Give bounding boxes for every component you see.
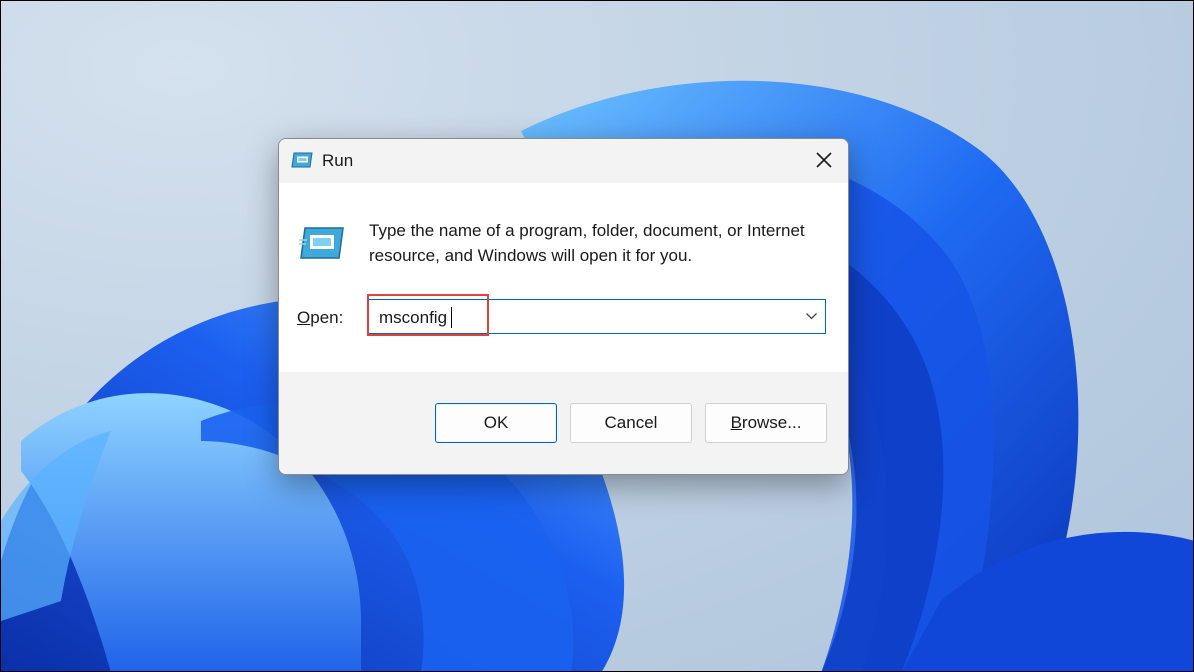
- title-bar[interactable]: Run: [279, 139, 848, 183]
- run-large-icon: [298, 226, 345, 260]
- open-label-accelerator: O: [297, 308, 311, 327]
- close-button[interactable]: [800, 139, 848, 183]
- desktop: Run Type the name of a program, folder, …: [0, 0, 1194, 672]
- dialog-title: Run: [322, 151, 354, 170]
- chevron-down-icon: [806, 313, 817, 320]
- run-icon: [291, 152, 313, 168]
- open-label-text: pen:: [310, 308, 344, 327]
- open-label: Open:: [297, 308, 343, 328]
- cancel-button[interactable]: Cancel: [570, 403, 692, 443]
- browse-button[interactable]: Browse...: [705, 403, 827, 443]
- dropdown-button[interactable]: [797, 300, 825, 333]
- annotation-highlight-box: [367, 294, 489, 336]
- run-dialog: Run Type the name of a program, folder, …: [278, 138, 849, 475]
- browse-accelerator: B: [730, 413, 742, 432]
- browse-label: rowse...: [741, 413, 802, 432]
- ok-button[interactable]: OK: [435, 403, 557, 443]
- close-icon: [816, 152, 832, 168]
- dialog-description: Type the name of a program, folder, docu…: [369, 221, 805, 265]
